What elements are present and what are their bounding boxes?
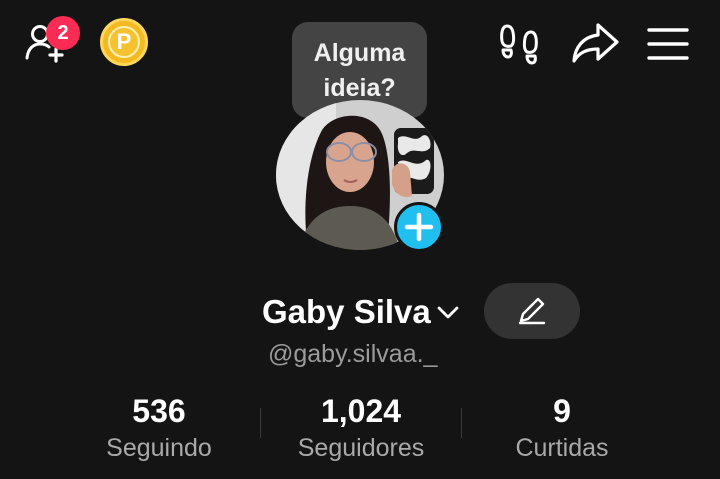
- chevron-down-icon: [437, 306, 459, 319]
- tooltip-line-1: Alguma: [313, 39, 406, 67]
- stat-divider: [461, 408, 462, 438]
- followers-label: Seguidores: [297, 434, 425, 462]
- following-count: 536: [132, 393, 186, 429]
- likes-label: Curtidas: [515, 434, 609, 462]
- username: @gaby.silvaa._: [268, 340, 438, 368]
- menu-button[interactable]: [646, 24, 690, 64]
- stat-likes[interactable]: 9 Curtidas: [496, 392, 628, 464]
- stat-followers[interactable]: 1,024 Seguidores: [280, 392, 442, 464]
- plus-icon: [404, 212, 434, 242]
- account-switcher[interactable]: Gaby Silva: [262, 290, 461, 334]
- hamburger-menu-icon: [647, 28, 689, 60]
- share-arrow-icon: [572, 23, 619, 63]
- coins-button[interactable]: P: [100, 18, 148, 66]
- pencil-icon: [518, 297, 546, 325]
- followers-count: 1,024: [320, 393, 402, 429]
- profile-views-button[interactable]: [498, 22, 542, 66]
- notification-badge: 2: [46, 16, 80, 50]
- add-friend-button[interactable]: 2: [24, 16, 80, 64]
- display-name: Gaby Silva: [262, 293, 431, 330]
- stat-divider: [260, 408, 261, 438]
- likes-count: 9: [553, 393, 571, 429]
- profile-screen: 2 P Alguma ideia? Gaby Silva @gaby.silva…: [0, 0, 720, 479]
- following-label: Seguindo: [106, 434, 212, 462]
- add-story-button[interactable]: [394, 202, 444, 252]
- coin-icon: P: [108, 26, 140, 58]
- edit-profile-button[interactable]: [484, 283, 580, 339]
- stat-following[interactable]: 536 Seguindo: [86, 392, 232, 464]
- footsteps-icon: [500, 24, 538, 65]
- share-profile-button[interactable]: [570, 20, 620, 66]
